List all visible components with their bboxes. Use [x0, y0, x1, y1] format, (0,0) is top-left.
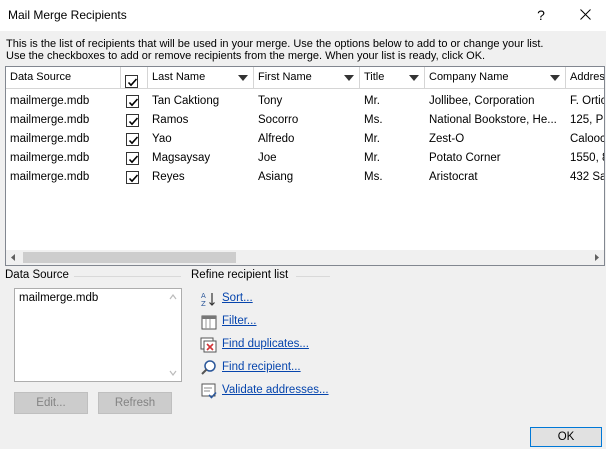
close-button[interactable] — [570, 4, 600, 26]
list-scrollbar[interactable] — [166, 290, 180, 380]
column-header-last-name[interactable]: Last Name — [148, 67, 254, 89]
find-duplicates-icon — [200, 336, 218, 354]
scroll-left-icon[interactable] — [6, 250, 21, 265]
cell-data-source: mailmerge.mdb — [10, 95, 90, 107]
scrollbar-thumb[interactable] — [23, 252, 236, 263]
recipient-checkbox[interactable] — [126, 133, 139, 146]
data-source-item[interactable]: mailmerge.mdb — [19, 292, 98, 304]
data-source-list[interactable]: mailmerge.mdb — [14, 288, 182, 382]
dropdown-arrow-icon[interactable] — [238, 75, 248, 81]
table-row[interactable]: mailmerge.mdb Yao Alfredo Mr. Zest-O Cal… — [6, 130, 604, 149]
grid-header: Data Source Last Name First Name Title C… — [6, 67, 604, 89]
cell-company: Aristocrat — [429, 171, 478, 183]
cell-data-source: mailmerge.mdb — [10, 152, 90, 164]
filter-icon — [200, 313, 218, 331]
svg-text:Z: Z — [201, 300, 206, 308]
cell-last-name: Reyes — [152, 171, 185, 183]
column-header-first-name[interactable]: First Name — [254, 67, 360, 89]
checkmark-icon — [128, 117, 139, 126]
refine-group-label: Refine recipient list — [191, 269, 289, 281]
checkmark-icon — [127, 78, 138, 86]
validate-addresses-link[interactable]: Validate addresses... — [222, 384, 329, 396]
cell-company: Jollibee, Corporation — [429, 95, 535, 107]
cell-title: Ms. — [364, 171, 383, 183]
cell-last-name: Tan Caktiong — [152, 95, 220, 107]
recipient-checkbox[interactable] — [126, 152, 139, 165]
cell-last-name: Ramos — [152, 114, 189, 126]
cell-company: National Bookstore, He... — [429, 114, 557, 126]
sort-az-icon: A Z — [200, 290, 218, 308]
cell-company: Zest-O — [429, 133, 465, 145]
cell-first-name: Socorro — [258, 114, 299, 126]
cell-first-name: Joe — [258, 152, 277, 164]
edit-button[interactable]: Edit... — [14, 392, 88, 414]
cell-company: Potato Corner — [429, 152, 501, 164]
cell-title: Mr. — [364, 95, 380, 107]
scroll-right-icon[interactable] — [589, 250, 604, 265]
table-row[interactable]: mailmerge.mdb Magsaysay Joe Mr. Potato C… — [6, 149, 604, 168]
dropdown-arrow-icon[interactable] — [344, 75, 354, 81]
column-header-company-name[interactable]: Company Name — [425, 67, 566, 89]
cell-title: Mr. — [364, 133, 380, 145]
column-header-checkbox[interactable] — [121, 67, 148, 89]
find-recipient-icon — [200, 359, 218, 377]
column-header-data-source[interactable]: Data Source — [6, 67, 121, 89]
cell-address: 125, Pi — [570, 114, 605, 126]
select-all-checkbox[interactable] — [125, 74, 138, 88]
ok-button[interactable]: OK — [530, 427, 602, 447]
recipient-checkbox[interactable] — [126, 114, 139, 127]
cell-address: Calooc — [570, 133, 605, 145]
close-icon — [579, 9, 591, 20]
group-divider — [296, 276, 330, 277]
grid-rows: mailmerge.mdb Tan Caktiong Tony Mr. Joll… — [6, 92, 604, 187]
refresh-button[interactable]: Refresh — [98, 392, 172, 414]
instruction-line-2: Use the checkboxes to add or remove reci… — [6, 50, 486, 62]
cell-data-source: mailmerge.mdb — [10, 114, 90, 126]
recipient-grid[interactable]: Data Source Last Name First Name Title C… — [5, 66, 605, 266]
data-source-group-label: Data Source — [5, 269, 69, 281]
table-row[interactable]: mailmerge.mdb Tan Caktiong Tony Mr. Joll… — [6, 92, 604, 111]
filter-link[interactable]: Filter... — [222, 315, 257, 327]
column-header-title[interactable]: Title — [360, 67, 425, 89]
table-row[interactable]: mailmerge.mdb Reyes Asiang Ms. Aristocra… — [6, 168, 604, 187]
recipient-checkbox[interactable] — [126, 95, 139, 108]
dropdown-arrow-icon[interactable] — [550, 75, 560, 81]
dropdown-arrow-icon[interactable] — [409, 75, 419, 81]
svg-text:A: A — [201, 292, 206, 300]
find-duplicates-link[interactable]: Find duplicates... — [222, 338, 309, 350]
cell-address: 432 Sar — [570, 171, 604, 183]
cell-first-name: Alfredo — [258, 133, 295, 145]
cell-address: F. Ortic — [570, 95, 605, 107]
sort-link[interactable]: Sort... — [222, 292, 253, 304]
cell-address: 1550, 8 — [570, 152, 605, 164]
cell-first-name: Asiang — [258, 171, 294, 183]
horizontal-scrollbar[interactable] — [6, 250, 604, 265]
cell-title: Ms. — [364, 114, 383, 126]
instructions: This is the list of recipients that will… — [6, 38, 602, 62]
instruction-line-1: This is the list of recipients that will… — [6, 38, 544, 50]
recipient-checkbox[interactable] — [126, 171, 139, 184]
checkmark-icon — [128, 136, 139, 145]
cell-data-source: mailmerge.mdb — [10, 171, 90, 183]
cell-title: Mr. — [364, 152, 380, 164]
cell-data-source: mailmerge.mdb — [10, 133, 90, 145]
cell-last-name: Yao — [152, 133, 172, 145]
table-row[interactable]: mailmerge.mdb Ramos Socorro Ms. National… — [6, 111, 604, 130]
cell-first-name: Tony — [258, 95, 283, 107]
help-button[interactable]: ? — [528, 4, 554, 26]
cell-last-name: Magsaysay — [152, 152, 211, 164]
column-header-address[interactable]: Address — [566, 67, 604, 89]
window-title: Mail Merge Recipients — [8, 8, 127, 22]
checkmark-icon — [128, 98, 139, 107]
find-recipient-link[interactable]: Find recipient... — [222, 361, 301, 373]
validate-addresses-icon — [200, 382, 218, 400]
checkmark-icon — [128, 174, 139, 183]
group-divider — [74, 276, 181, 277]
title-bar: Mail Merge Recipients ? — [0, 0, 606, 31]
checkmark-icon — [128, 155, 139, 164]
